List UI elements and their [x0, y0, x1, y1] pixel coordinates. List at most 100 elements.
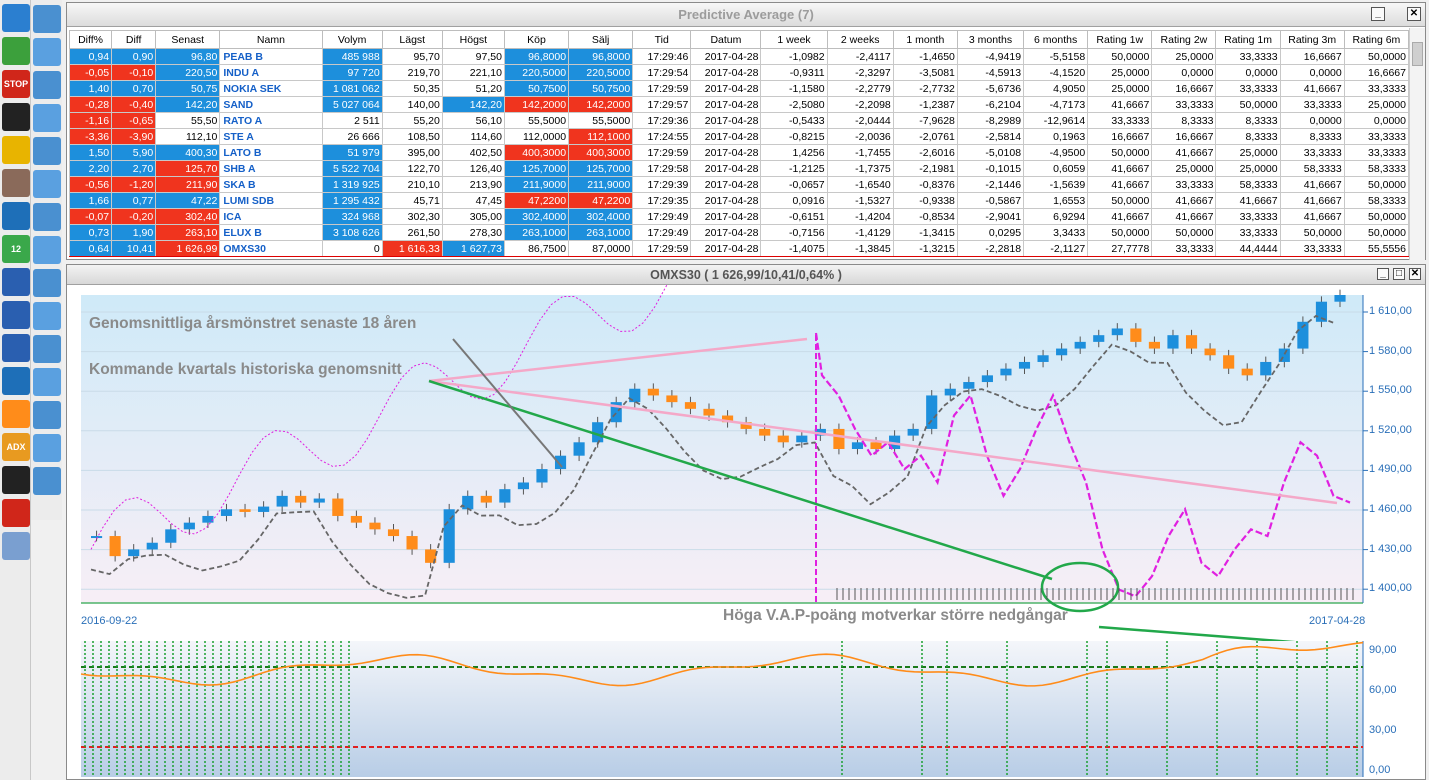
candle: [1000, 368, 1012, 376]
candle: [350, 515, 362, 523]
column-header[interactable]: 6 months: [1023, 30, 1089, 49]
avatar[interactable]: [2, 169, 30, 197]
table-cell: 33,3333: [1215, 208, 1281, 225]
table-row[interactable]: 1,66 0,77 47,22 LUMI SDB 1 295 432 45,71 47,45…: [68, 192, 1410, 209]
table-cell: 142,20: [441, 96, 505, 113]
table-cell: 402,50: [441, 144, 505, 161]
table-row[interactable]: -0,28 -0,40 142,20 SAND 5 027 064 140,00 142,2…: [68, 96, 1410, 113]
table-row[interactable]: 1,40 0,70 50,75 NOKIA SEK 1 081 062 50,35 51,2…: [68, 80, 1410, 97]
vertical-scrollbar[interactable]: [1409, 28, 1425, 260]
column-header[interactable]: Sälj: [568, 30, 634, 49]
table-cell: 5 027 064: [321, 96, 383, 113]
close-button[interactable]: ✕: [1407, 7, 1421, 21]
column-header[interactable]: Datum: [690, 30, 762, 49]
column-header[interactable]: Diff%: [68, 30, 113, 49]
indicator-chart-icon[interactable]: [33, 104, 61, 132]
compass-w-icon[interactable]: [2, 301, 30, 329]
spiral-icon[interactable]: [2, 202, 30, 230]
adx-icon[interactable]: ADX: [2, 433, 30, 461]
date-end-label: 2017-04-28: [1309, 615, 1366, 627]
line-indicator-icon[interactable]: [2, 400, 30, 428]
instrument-name: LATO B: [219, 144, 323, 161]
table-cell: 0,0295: [956, 224, 1025, 241]
table-cell: -0,0657: [760, 176, 828, 193]
chart-minimize-button[interactable]: _: [1377, 268, 1389, 280]
table-cell: 3 108 626: [321, 224, 383, 241]
candle: [387, 529, 400, 537]
indicator-chart-icon[interactable]: [33, 302, 61, 330]
compass-red-icon[interactable]: [2, 334, 30, 362]
table-cell: -4,5913: [956, 64, 1025, 81]
chart-maximize-button[interactable]: □: [1393, 268, 1405, 280]
table-cell: -2,0444: [826, 112, 894, 129]
indicator-chart-icon[interactable]: [33, 236, 61, 264]
column-header[interactable]: Högst: [441, 30, 505, 49]
table-cell: -0,1015: [956, 160, 1025, 177]
table-cell: 17:29:57: [632, 96, 692, 113]
indicator-chart-icon[interactable]: [33, 203, 61, 231]
wave-icon[interactable]: [2, 466, 30, 494]
column-header[interactable]: Senast: [155, 30, 221, 49]
column-header[interactable]: 1 week: [760, 30, 828, 49]
column-header[interactable]: Tid: [632, 30, 692, 49]
anchor-icon[interactable]: [2, 367, 30, 395]
yin-yang-icon[interactable]: [2, 103, 30, 131]
chart-close-button[interactable]: ✕: [1409, 268, 1421, 280]
minimize-button[interactable]: _: [1371, 7, 1385, 21]
table-cell: 33,3333: [1215, 48, 1281, 65]
indicator-chart-icon[interactable]: [33, 137, 61, 165]
predictive-average-window: Predictive Average (7) _ ✕ Diff% Diff Sena…: [66, 2, 1426, 260]
column-header[interactable]: Rating 6m: [1343, 30, 1410, 49]
candle: [1130, 328, 1142, 342]
table-row[interactable]: 2,20 2,70 125,70 SHB A5 522 704 122,70 126,40…: [68, 160, 1410, 177]
indicator-chart-icon[interactable]: [33, 467, 61, 495]
table-cell: -0,5867: [956, 192, 1025, 209]
column-header[interactable]: Volym: [321, 30, 383, 49]
chart-window: OMXS30 ( 1 626,99/10,41/0,64% ) _ □ ✕ Ge…: [66, 264, 1426, 780]
indicator-chart-icon[interactable]: [33, 335, 61, 363]
indicator-chart-icon[interactable]: [33, 170, 61, 198]
calendar-icon[interactable]: 12: [2, 235, 30, 263]
column-header[interactable]: Rating 3m: [1279, 30, 1345, 49]
column-header[interactable]: 3 months: [956, 30, 1025, 49]
pin-icon[interactable]: [2, 136, 30, 164]
indicator-chart-icon[interactable]: [33, 5, 61, 33]
column-header[interactable]: Köp: [503, 30, 570, 49]
column-header[interactable]: Rating 2w: [1151, 30, 1217, 49]
table-row[interactable]: -0,05 -0,10 220,50 INDU A 97 720 219,70 221,10…: [68, 64, 1410, 81]
table-cell: 26 666: [321, 128, 383, 145]
price-chart[interactable]: [67, 285, 1425, 779]
table-row[interactable]: -3,36 -3,90 112,10 STE A 26 666 108,50 114,60 1…: [68, 128, 1410, 145]
indicator-chart-icon[interactable]: [33, 38, 61, 66]
indicator-chart-icon[interactable]: [33, 401, 61, 429]
table-row[interactable]: 0,73 1,90 263,10 ELUX B3 108 626 261,50 278,3…: [68, 224, 1410, 241]
table-cell: 140,00: [381, 96, 443, 113]
table-row[interactable]: 1,50 5,90 400,30 LATO B 51 979 395,00 402,50 40…: [68, 144, 1410, 161]
column-header[interactable]: 1 month: [892, 30, 958, 49]
indicator-chart-icon[interactable]: [33, 71, 61, 99]
column-header[interactable]: Lägst: [381, 30, 443, 49]
stop-icon[interactable]: STOP: [2, 70, 30, 98]
table-row[interactable]: -1,16 -0,65 55,50 RATO A2 511 55,20 56,10 55,5…: [68, 112, 1410, 129]
table-row[interactable]: -0,07 -0,20 302,40 ICA 324 968 302,30 305,00 30…: [68, 208, 1410, 225]
indicator-chart-icon[interactable]: [33, 269, 61, 297]
table-row[interactable]: 0,64 10,41 1 626,99 OMXS30 0 1 616,33 1 627,73…: [68, 240, 1410, 257]
table-row[interactable]: 0,94 0,90 96,80 PEAB B 485 988 95,70 97,50 96,8…: [68, 48, 1410, 65]
candle: [963, 382, 975, 389]
table-cell: -3,36: [68, 128, 113, 145]
table-cell: 211,90: [155, 176, 221, 193]
alarm-icon[interactable]: [2, 499, 30, 527]
chart-bars-icon[interactable]: [2, 37, 30, 65]
document-icon[interactable]: [2, 532, 30, 560]
compass-icon[interactable]: [2, 268, 30, 296]
column-header[interactable]: 2 weeks: [826, 30, 894, 49]
wrench-icon[interactable]: [2, 4, 30, 32]
column-header[interactable]: Diff: [111, 30, 157, 49]
indicator-chart-icon[interactable]: [33, 434, 61, 462]
column-header[interactable]: Namn: [219, 30, 323, 49]
column-header[interactable]: Rating 1m: [1215, 30, 1281, 49]
table-row[interactable]: -0,56 -1,20 211,90 SKA B1 319 925 210,10 213,…: [68, 176, 1410, 193]
column-header[interactable]: Rating 1w: [1087, 30, 1153, 49]
indicator-chart-icon[interactable]: [33, 368, 61, 396]
date-start-label: 2016-09-22: [81, 615, 138, 627]
